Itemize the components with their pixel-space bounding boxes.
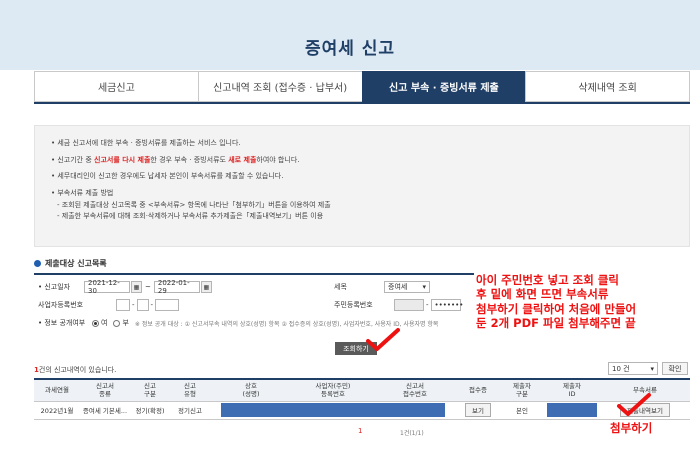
rrn-row: 주민등록번호 - •••••••: [334, 299, 464, 311]
rrn-input-1[interactable]: [394, 299, 424, 311]
rrn-label: 주민등록번호: [334, 301, 373, 309]
radio-icon: [113, 319, 121, 327]
section-title: 제출대상 신고목록: [34, 258, 107, 269]
result-count: 1건의 신고내역이 있습니다.: [34, 366, 117, 374]
biz-input-1[interactable]: [116, 299, 130, 311]
info-line-4: • 부속서류 제출 방법: [51, 188, 114, 197]
info-box: • 세금 신고서에 대한 부속 · 증빙서류를 제출하는 서비스 입니다. • …: [34, 125, 690, 247]
info-sub-2: - 제출한 부속서류에 대해 조회·삭제하거나 부속서류 추가제출은「제출내역보…: [57, 211, 324, 220]
col-submitter-type: 제출자 구분: [500, 378, 544, 402]
biz-label: 사업자등록번호: [38, 301, 84, 309]
col-name: 상호 (성명): [210, 378, 292, 402]
annotation-attach: 첨부하기: [610, 421, 653, 435]
info-line-2: • 신고기간 중 신고서를 다시 제출한 경우 부속 · 증빙서류도 새로 제출…: [51, 155, 300, 164]
table-header-row: 과세연월 신고서 종류 신고 구분 신고 유형 상호 (성명) 사업자(주민) …: [34, 378, 690, 402]
check-mark-icon: [617, 393, 651, 416]
bullet-icon: [34, 260, 41, 267]
table-row: 2022년1월 증여세 기본세... 정기(확정) 정기신고 보기 본인 제출내…: [34, 401, 690, 420]
tab-bar: 세금신고 신고내역 조회 (접수증 · 납부서) 신고 부속 · 증빙서류 제출…: [34, 71, 690, 104]
tax-select[interactable]: 증여세 ▾: [384, 281, 430, 293]
tab-attachment-submission[interactable]: 신고 부속 · 증빙서류 제출: [361, 71, 526, 102]
tab-tax-filing[interactable]: 세금신고: [34, 71, 198, 102]
tax-row: 세목 증여세 ▾: [334, 279, 430, 295]
page-size-select[interactable]: 10 건 ▾: [608, 362, 658, 375]
tab-deletion-history[interactable]: 삭제내역 조회: [525, 71, 690, 102]
pagination-info: 1건(1/1): [400, 430, 424, 437]
date-label: • 신고일자: [38, 283, 71, 291]
view-receipt-button[interactable]: 보기: [465, 403, 491, 417]
pagination-current[interactable]: 1: [358, 427, 362, 435]
col-submitter-id: 제출자 ID: [544, 378, 600, 402]
cell-submitter-id: [544, 401, 600, 420]
radio-icon: [92, 319, 99, 327]
cell-kind: 증여세 기본세...: [80, 401, 130, 420]
disclose-no-radio[interactable]: 부: [113, 318, 129, 328]
check-mark-icon: [366, 328, 400, 351]
col-type: 신고 유형: [170, 378, 210, 402]
date-to-input[interactable]: 2022-01-29: [153, 279, 200, 295]
calendar-icon[interactable]: ▦: [131, 281, 142, 293]
redacted-block: [210, 401, 456, 420]
chevron-down-icon: ▾: [650, 364, 654, 373]
page-title: 증여세 신고: [304, 39, 396, 59]
search-form: • 신고일자 2021-12-30 ▦ ~ 2022-01-29 ▦ 세목 증여…: [34, 273, 474, 343]
disclose-yes-radio[interactable]: 여: [92, 318, 107, 328]
col-receipt-number: 신고서 접수번호: [374, 378, 456, 402]
cell-receipt: 보기: [456, 401, 500, 420]
date-row: • 신고일자 2021-12-30 ▦ ~ 2022-01-29 ▦: [34, 279, 212, 295]
col-period: 과세연월: [34, 378, 80, 402]
cell-submitter-type: 본인: [500, 401, 544, 420]
col-receipt: 접수증: [456, 378, 500, 402]
calendar-icon[interactable]: ▦: [200, 281, 212, 293]
annotation-note: 아이 주민번호 넣고 조회 클릭 후 밑에 화면 뜨면 부속서류 첨부하기 클릭…: [476, 273, 637, 331]
col-reg-number: 사업자(주민) 등록번호: [292, 378, 374, 402]
chevron-down-icon: ▾: [422, 283, 426, 291]
col-division: 신고 구분: [130, 378, 170, 402]
cell-type: 정기신고: [170, 401, 210, 420]
page-banner: 증여세 신고: [0, 0, 700, 70]
info-sub-1: - 조회된 제출대상 신고목록 중 <부속서류> 항목에 나타난「첨부하기」버튼…: [57, 201, 331, 209]
date-from-input[interactable]: 2021-12-30: [84, 279, 130, 295]
biz-input-3[interactable]: [155, 299, 180, 311]
info-line-3: • 세무대리인이 신고한 경우에도 납세자 본인이 부속서류를 제출할 수 있습…: [51, 172, 284, 180]
info-line-1: • 세금 신고서에 대한 부속 · 증빙서류를 제출하는 서비스 입니다.: [51, 139, 241, 147]
disclose-label: • 정보 공개여부: [38, 319, 86, 327]
biz-row: 사업자등록번호 - -: [34, 297, 180, 313]
tax-label: 세목: [334, 283, 347, 291]
tab-filing-history[interactable]: 신고내역 조회 (접수증 · 납부서): [197, 71, 362, 102]
cell-period: 2022년1월: [34, 401, 80, 420]
cell-division: 정기(확정): [130, 401, 170, 420]
biz-input-2[interactable]: [136, 299, 149, 311]
col-kind: 신고서 종류: [80, 378, 130, 402]
results-table: 과세연월 신고서 종류 신고 구분 신고 유형 상호 (성명) 사업자(주민) …: [34, 378, 690, 420]
date-separator: ~: [145, 283, 151, 291]
confirm-button[interactable]: 확인: [662, 362, 688, 375]
rrn-input-2[interactable]: •••••••: [430, 299, 463, 311]
